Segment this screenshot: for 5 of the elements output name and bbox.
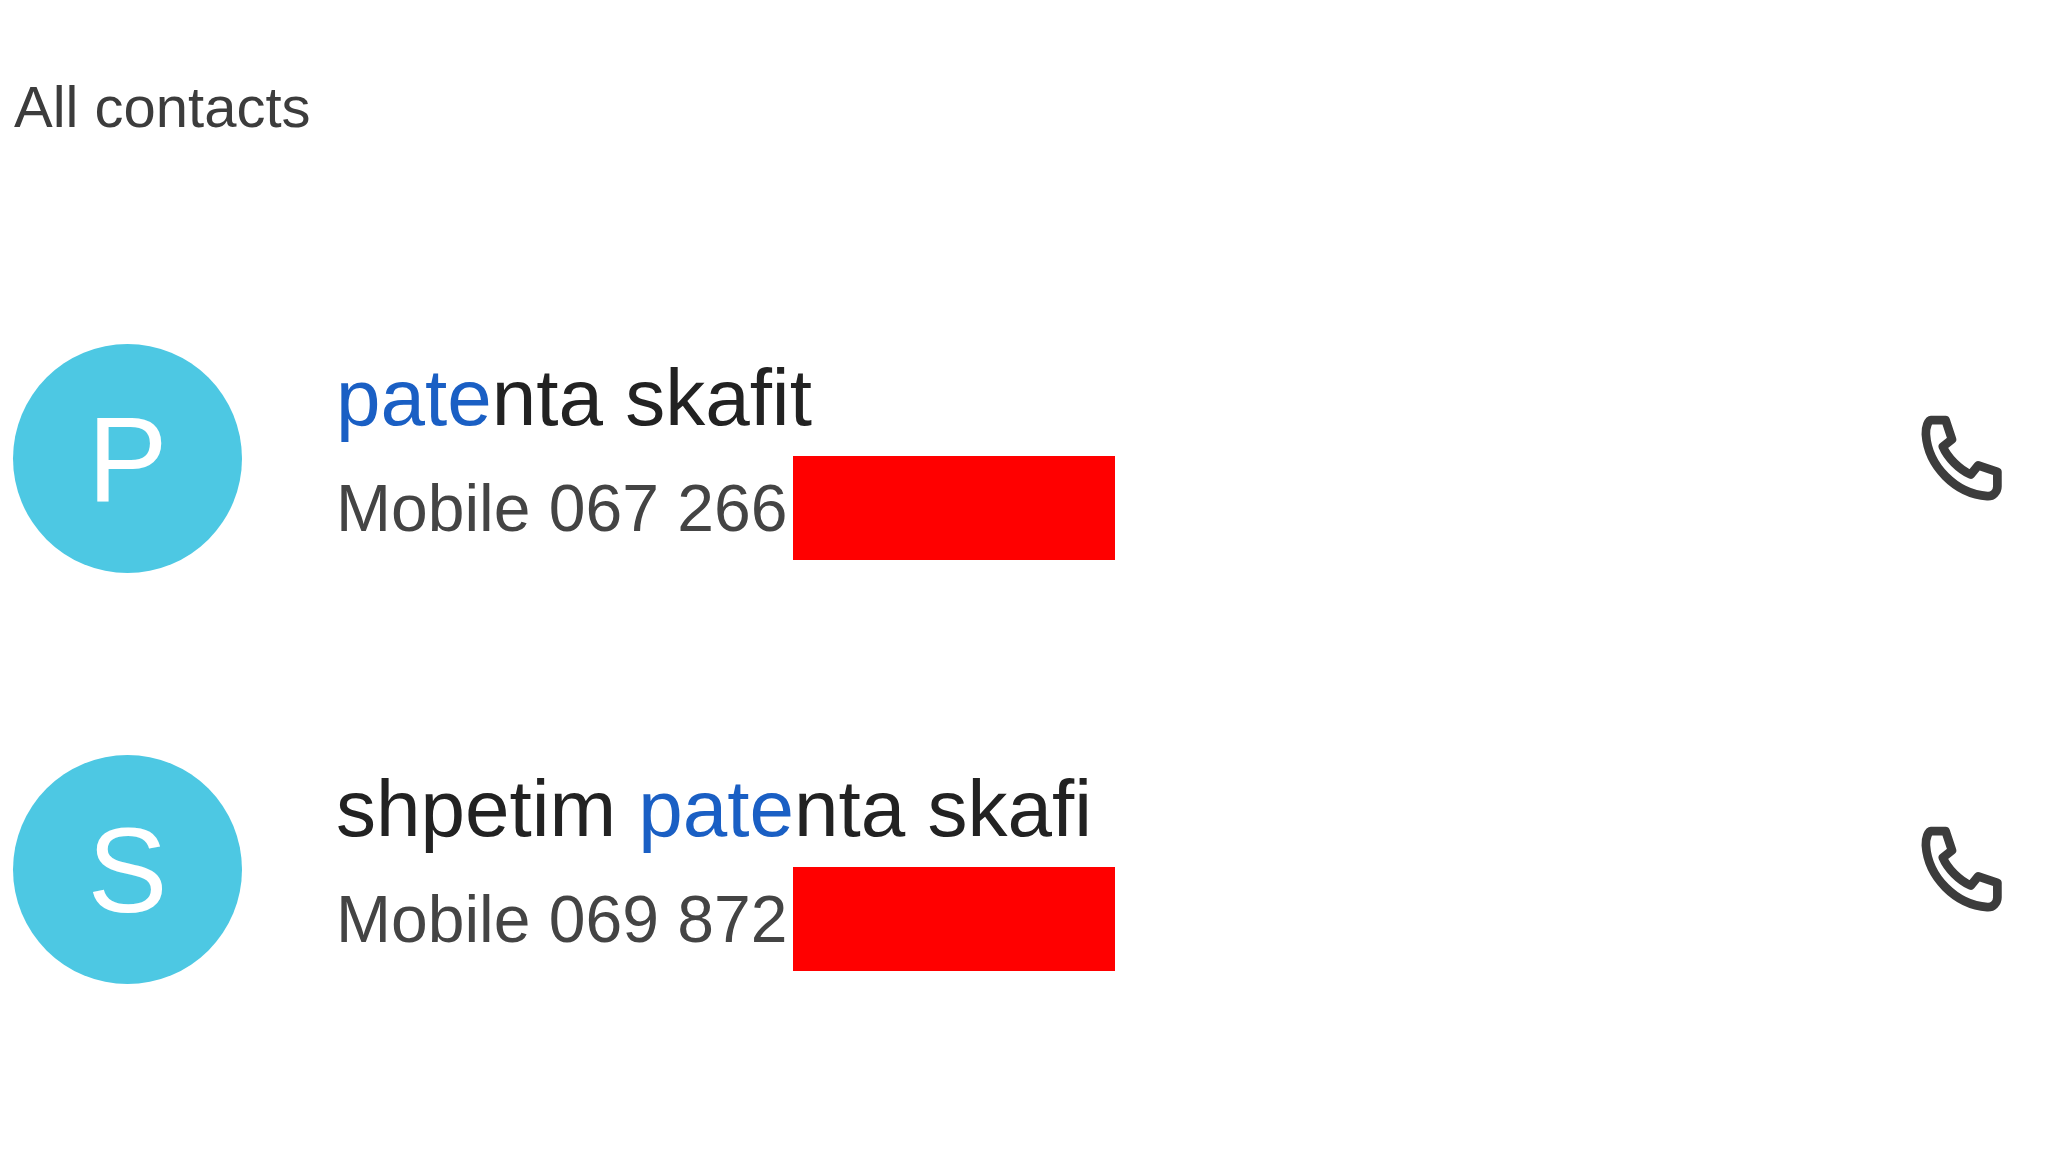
section-title: All contacts bbox=[14, 78, 312, 136]
contact-avatar: P bbox=[13, 344, 242, 573]
phone-number: Mobile 067 266 bbox=[336, 474, 788, 541]
phone-number: Mobile 069 872 bbox=[336, 885, 788, 952]
contact-avatar: S bbox=[13, 755, 242, 984]
